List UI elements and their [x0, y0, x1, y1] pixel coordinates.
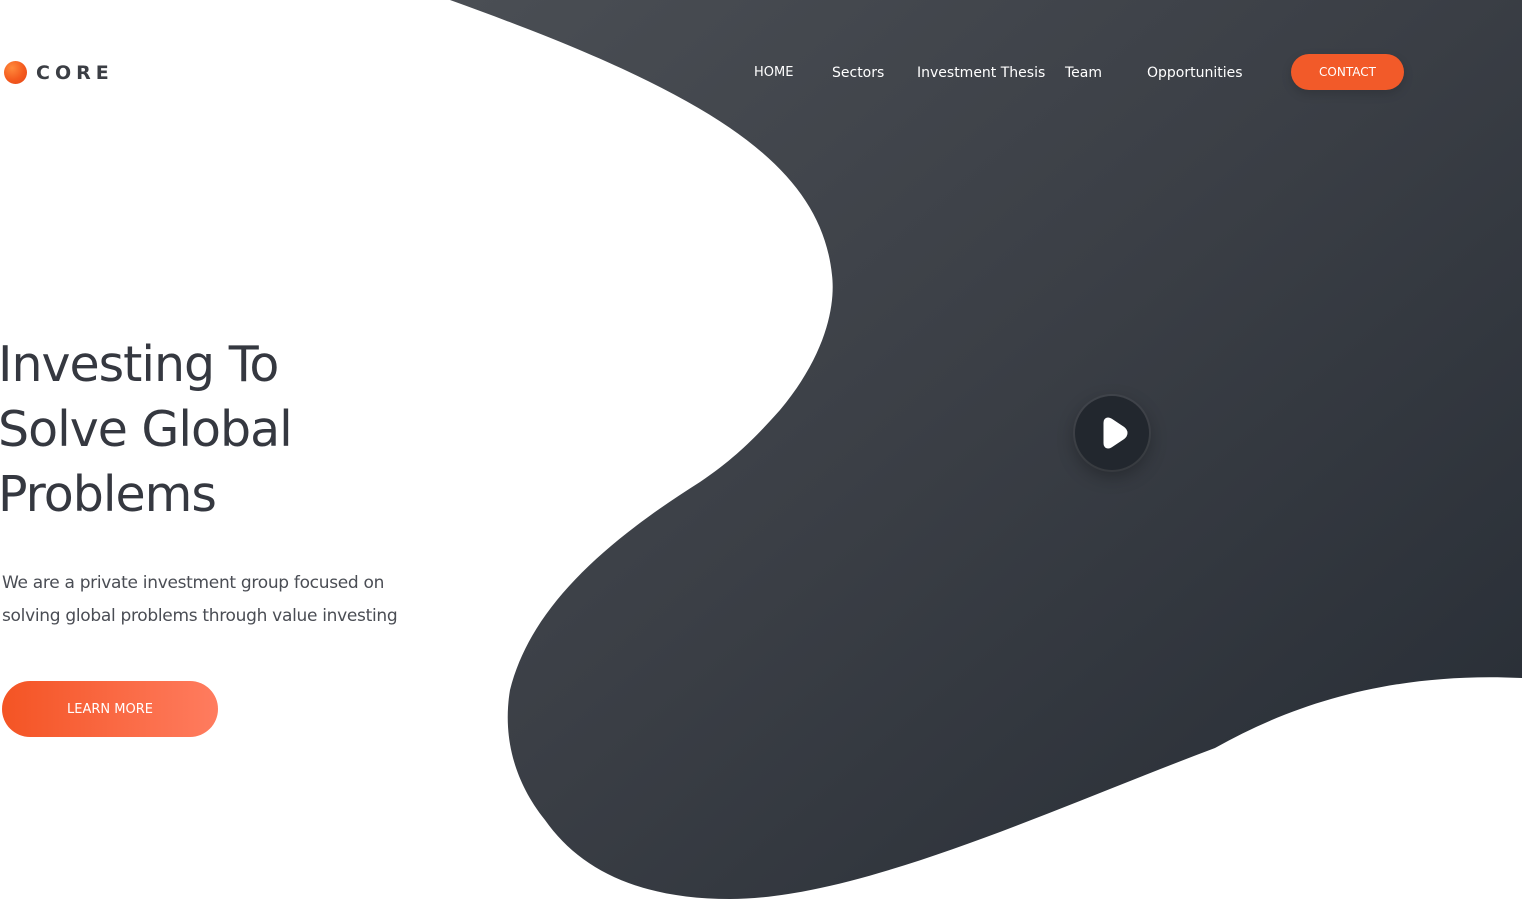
hero-title-line: Solve Global: [0, 401, 293, 458]
orange-circle-logo-icon: [4, 61, 27, 84]
hero-subtitle-line: We are a private investment group focuse…: [2, 573, 385, 593]
contact-button[interactable]: CONTACT: [1291, 54, 1404, 90]
brand-logo[interactable]: CORE: [4, 61, 114, 84]
nav-item-home[interactable]: HOME: [749, 64, 800, 83]
hero-title: Investing To Solve Global Problems: [0, 332, 418, 527]
hero-subtitle: We are a private investment group focuse…: [2, 567, 422, 633]
hero-subtitle-line: solving global problems through value in…: [2, 606, 398, 626]
nav-item-sectors[interactable]: Sectors: [832, 64, 884, 82]
hero-title-line: Investing To: [0, 336, 279, 393]
landing-page: CORE HOME Sectors Investment Thesis Team…: [0, 0, 1522, 899]
nav-item-investment-thesis[interactable]: Investment Thesis: [917, 64, 1045, 82]
video-play-button[interactable]: [1075, 396, 1149, 470]
nav-item-team[interactable]: Team: [1065, 64, 1102, 82]
hero-title-line: Problems: [0, 466, 217, 523]
nav-item-opportunities[interactable]: Opportunities: [1147, 64, 1243, 82]
nav-item-home-label: HOME: [754, 65, 794, 80]
play-icon: [1103, 417, 1128, 449]
learn-more-button[interactable]: LEARN MORE: [2, 681, 218, 737]
brand-name: CORE: [36, 61, 114, 84]
